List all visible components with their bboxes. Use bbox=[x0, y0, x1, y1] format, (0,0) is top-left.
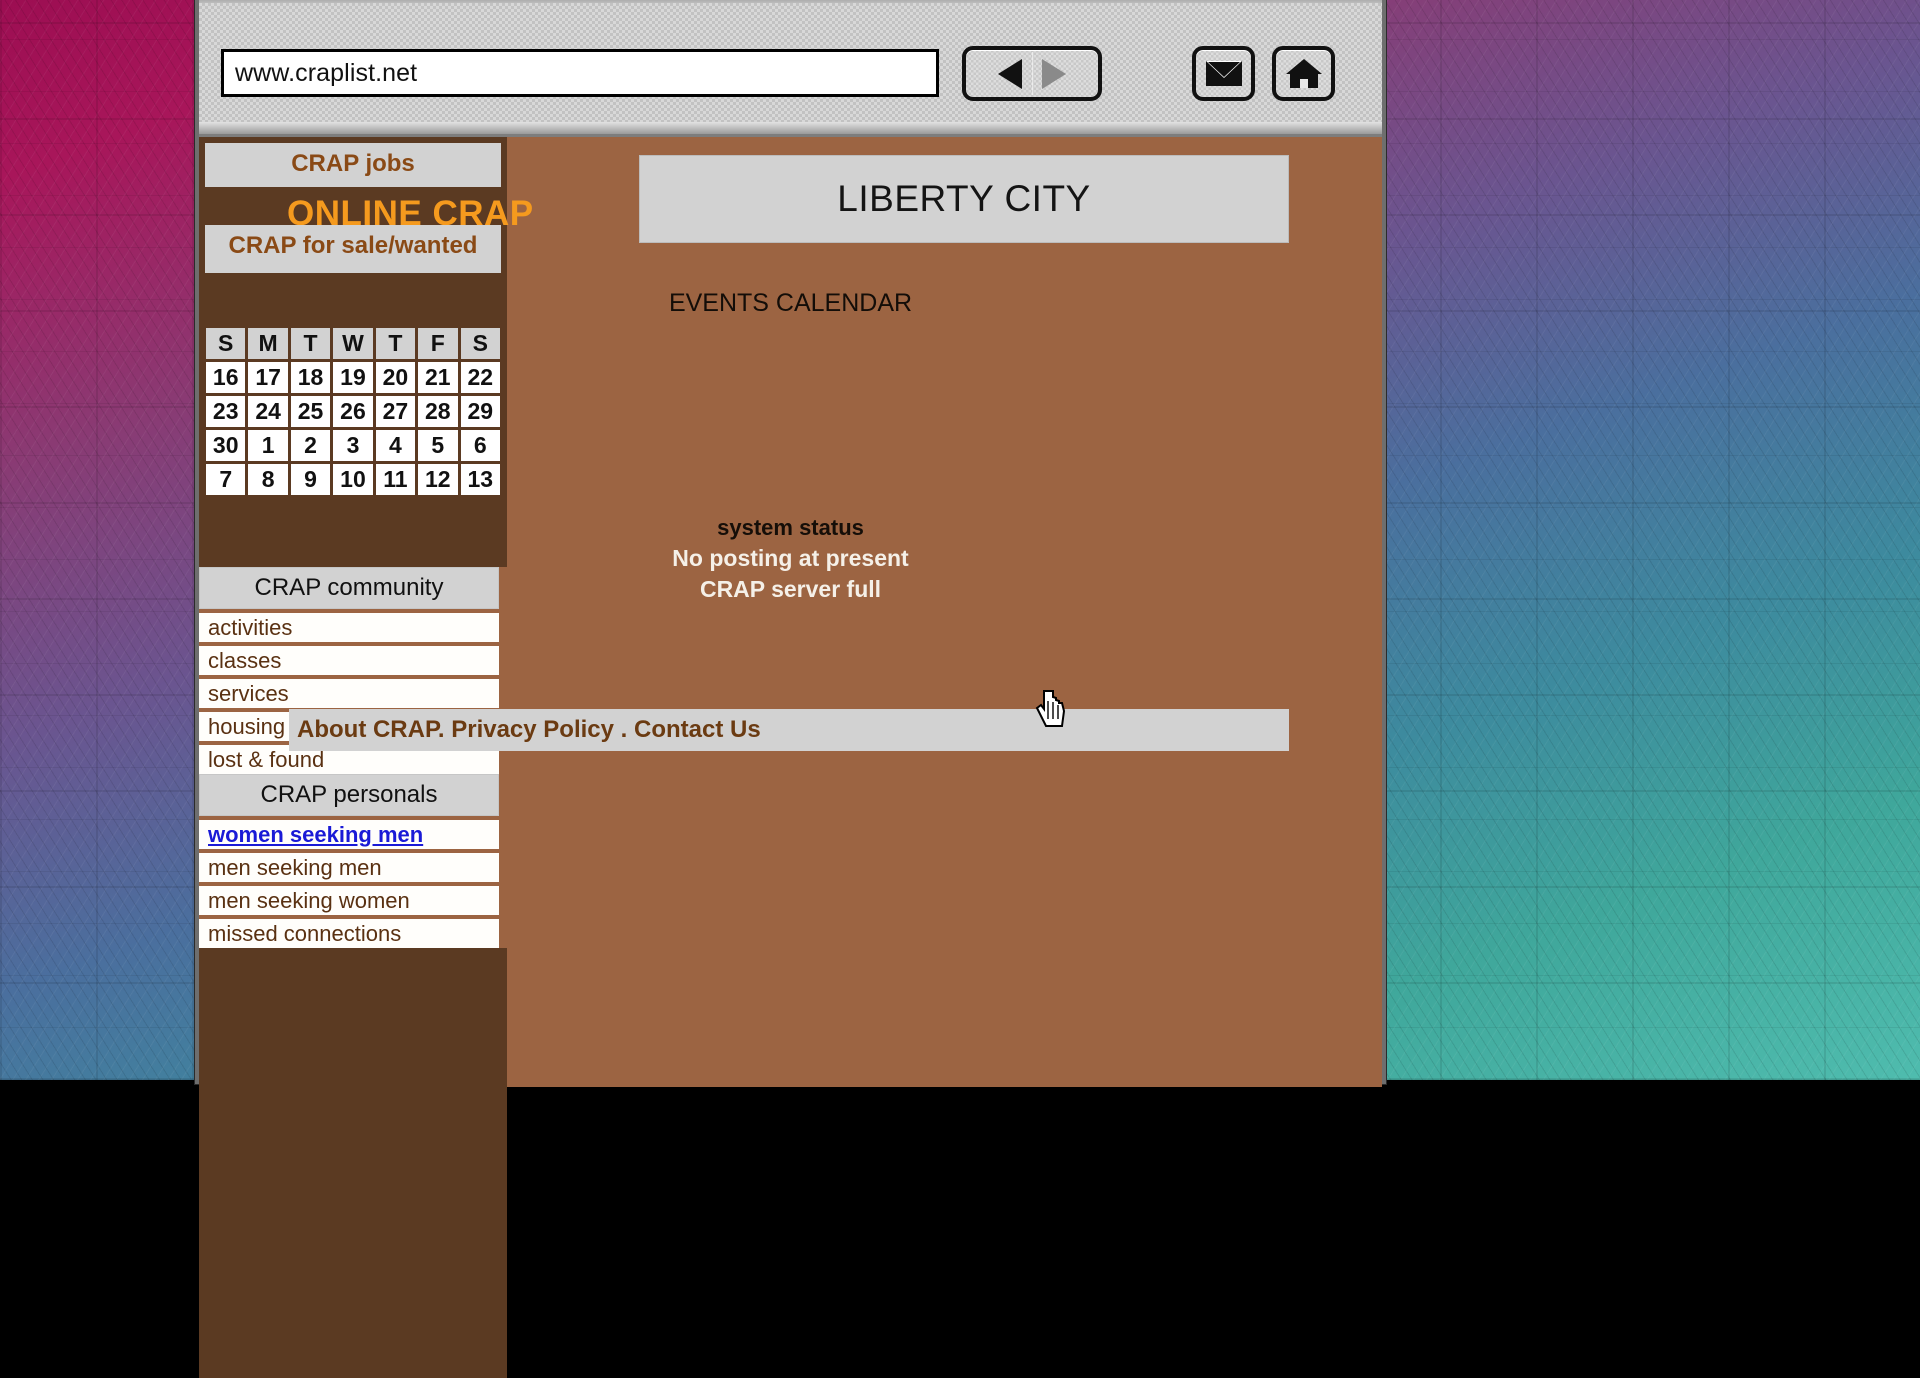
calendar-header-row: SMTWTFS bbox=[206, 328, 500, 359]
calendar-day-cell[interactable]: 19 bbox=[333, 362, 373, 393]
personals-link[interactable]: men seeking women bbox=[199, 886, 499, 915]
personals-link[interactable]: women seeking men bbox=[199, 820, 499, 849]
browser-window: www.craplist.net CRAP LIST ONLINE CRAP L… bbox=[195, 0, 1386, 1378]
system-status: system status No posting at present CRAP… bbox=[199, 515, 1382, 603]
calendar-day-header: W bbox=[333, 328, 373, 359]
city-name: LIBERTY CITY bbox=[837, 178, 1091, 219]
calendar-day-cell[interactable]: 28 bbox=[418, 396, 458, 427]
calendar-week-row: 7 8 9 10 11 12 13 bbox=[206, 464, 500, 495]
calendar-day-cell[interactable]: 24 bbox=[248, 396, 288, 427]
calendar-day-cell[interactable]: 11 bbox=[375, 464, 416, 495]
community-link[interactable]: activities bbox=[199, 613, 499, 642]
events-calendar-title: EVENTS CALENDAR bbox=[668, 289, 913, 317]
calendar-day-cell[interactable]: 2 bbox=[290, 430, 331, 461]
system-status-line1: No posting at present bbox=[672, 545, 909, 571]
calendar-day-cell[interactable]: 30 bbox=[206, 430, 246, 461]
nav-divider bbox=[1032, 52, 1033, 95]
calendar-day-cell[interactable]: 9 bbox=[290, 464, 331, 495]
personals-link[interactable]: men seeking men bbox=[199, 853, 499, 882]
calendar-day-cell[interactable]: 23 bbox=[206, 396, 246, 427]
calendar-week-row: 16 17 18 19 20 21 22 bbox=[206, 362, 500, 393]
calendar-day-cell[interactable]: 1 bbox=[248, 430, 288, 461]
calendar-day-cell[interactable]: 25 bbox=[290, 396, 331, 427]
personals-title-label: CRAP personals bbox=[260, 781, 438, 808]
calendar-day-header: S bbox=[460, 328, 500, 359]
calendar-day-cell[interactable]: 26 bbox=[333, 396, 373, 427]
url-input[interactable]: www.craplist.net bbox=[221, 49, 939, 97]
personals-title: CRAP personals bbox=[199, 774, 499, 816]
calendar-week-row: 23 24 25 26 27 28 29 bbox=[206, 396, 500, 427]
calendar-day-cell[interactable]: 17 bbox=[248, 362, 288, 393]
system-status-line2: CRAP server full bbox=[699, 576, 882, 602]
home-button[interactable] bbox=[1272, 46, 1335, 101]
events-calendar[interactable]: SMTWTFS 16 17 18 19 20 21 22 23 24 25 26 27 28 29 30 1 2… bbox=[203, 325, 503, 498]
footer-links[interactable]: About CRAP. Privacy Policy . Contact Us bbox=[289, 709, 1289, 751]
calendar-day-cell[interactable]: 5 bbox=[418, 430, 458, 461]
calendar-day-header: T bbox=[290, 328, 331, 359]
city-banner: LIBERTY CITY bbox=[639, 155, 1289, 243]
url-text: www.craplist.net bbox=[235, 58, 418, 87]
calendar-day-cell[interactable]: 21 bbox=[418, 362, 458, 393]
calendar-day-cell[interactable]: 29 bbox=[460, 396, 500, 427]
calendar-day-header: F bbox=[418, 328, 458, 359]
footer-text: About CRAP. Privacy Policy . Contact Us bbox=[297, 716, 761, 743]
home-icon bbox=[1285, 59, 1322, 88]
personals-section: CRAP personals women seeking men men seek… bbox=[199, 774, 499, 948]
right-panel: CRAP jobs CRAP for sale/wanted bbox=[199, 143, 507, 1378]
envelope-icon bbox=[1205, 61, 1242, 86]
navigation-buttons[interactable] bbox=[962, 46, 1102, 101]
calendar-day-cell[interactable]: 27 bbox=[375, 396, 416, 427]
calendar-day-cell[interactable]: 7 bbox=[206, 464, 246, 495]
personals-list[interactable]: women seeking men men seeking men men seek… bbox=[199, 820, 499, 948]
mail-button[interactable] bbox=[1192, 46, 1255, 101]
calendar-day-cell[interactable]: 8 bbox=[248, 464, 288, 495]
crap-jobs-label: CRAP jobs bbox=[291, 150, 415, 177]
community-link[interactable]: classes bbox=[199, 646, 499, 675]
forward-arrow-icon[interactable] bbox=[1042, 58, 1066, 89]
calendar-day-cell[interactable]: 18 bbox=[290, 362, 331, 393]
personals-link[interactable]: missed connections bbox=[199, 919, 499, 948]
calendar-day-cell[interactable]: 20 bbox=[375, 362, 416, 393]
calendar-body[interactable]: 16 17 18 19 20 21 22 23 24 25 26 27 28 29 30 1 2 3 4 5 6 7 8 9 1… bbox=[206, 362, 500, 495]
calendar-day-cell[interactable]: 4 bbox=[375, 430, 416, 461]
calendar-day-cell[interactable]: 6 bbox=[460, 430, 500, 461]
community-link[interactable]: services bbox=[199, 679, 499, 708]
calendar-week-row: 30 1 2 3 4 5 6 bbox=[206, 430, 500, 461]
crap-jobs-button[interactable]: CRAP jobs bbox=[205, 143, 501, 185]
calendar-day-cell[interactable]: 12 bbox=[418, 464, 458, 495]
calendar-day-cell[interactable]: 13 bbox=[460, 464, 500, 495]
browser-toolbar: www.craplist.net bbox=[199, 0, 1382, 137]
back-arrow-icon[interactable] bbox=[998, 58, 1022, 89]
crap-for-sale-button[interactable]: CRAP for sale/wanted bbox=[205, 225, 501, 267]
calendar-day-cell[interactable]: 16 bbox=[206, 362, 246, 393]
calendar-day-cell[interactable]: 10 bbox=[333, 464, 373, 495]
calendar-day-cell[interactable]: 22 bbox=[460, 362, 500, 393]
calendar-day-header: T bbox=[375, 328, 416, 359]
calendar-day-cell[interactable]: 3 bbox=[333, 430, 373, 461]
calendar-day-header: S bbox=[206, 328, 246, 359]
crap-for-sale-label: CRAP for sale/wanted bbox=[228, 232, 478, 259]
calendar-day-header: M bbox=[248, 328, 288, 359]
hand-cursor bbox=[1035, 690, 1066, 727]
web-page: CRAP LIST ONLINE CRAP LIBERTY CITY POST … bbox=[199, 137, 1382, 1378]
system-status-title: system status bbox=[717, 515, 864, 540]
